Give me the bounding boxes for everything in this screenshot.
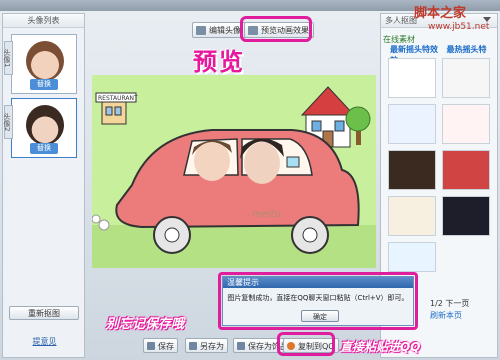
avatar-list-panel: 头像列表 头像1 替换 头像2 替换 重新抠图 提意见 — [2, 13, 85, 358]
avatar-slot-2-tab[interactable]: 头像2 — [3, 105, 13, 139]
avatar-face-1 — [26, 41, 64, 81]
ornament-icon — [237, 342, 245, 350]
restaurant-sign: RESTAURANT — [95, 92, 138, 125]
save-reminder-note: 别忘记保存哦 — [106, 317, 185, 332]
material-thumb[interactable] — [442, 196, 490, 236]
replace-button-1[interactable]: 替换 — [30, 79, 58, 90]
dialog-ok-button[interactable]: 确定 — [301, 310, 339, 322]
pager[interactable]: 1/2 下一页 — [430, 298, 469, 309]
avatar-slot-1[interactable]: 头像1 替换 — [3, 34, 77, 94]
feedback-link[interactable]: 提意见 — [3, 336, 86, 347]
copy-highlight-box — [277, 332, 335, 356]
avatar-list-title: 头像列表 — [3, 14, 84, 28]
dialog-title: 温馨提示 — [223, 277, 413, 288]
preview-label: 预览 — [193, 47, 245, 76]
preview-canvas: RESTAURANT meitu — [92, 75, 376, 268]
edit-icon — [196, 26, 206, 35]
edit-avatar-button[interactable]: 编辑头像 — [192, 22, 246, 38]
refresh-link[interactable]: 刷新本页 — [430, 310, 462, 321]
app-window: 头像列表 头像1 替换 头像2 替换 重新抠图 提意见 编辑头像 预览动画效果 … — [0, 0, 500, 360]
material-thumb[interactable] — [388, 58, 436, 98]
edit-avatar-label: 编辑头像 — [209, 26, 241, 35]
material-thumb[interactable] — [388, 104, 436, 144]
canvas-watermark: meitu — [252, 209, 281, 220]
material-thumb[interactable] — [442, 150, 490, 190]
avatar-slot-2[interactable]: 头像2 替换 — [3, 98, 77, 158]
restaurant-sign-text: RESTAURANT — [98, 95, 138, 102]
avatar-face-2 — [26, 105, 64, 145]
save-as-label: 另存为 — [200, 342, 224, 351]
material-panel-title: 多人抠图 — [385, 16, 417, 25]
save-as-button[interactable]: 另存为 — [185, 338, 228, 353]
site-url: www.jb51.net — [428, 22, 490, 32]
preview-highlight-box — [240, 16, 312, 42]
dialog-message: 图片复制成功，直接在QQ聊天窗口粘贴（Ctrl+V）即可。 — [227, 294, 409, 302]
scene-illustration: RESTAURANT — [92, 86, 371, 254]
material-thumb[interactable] — [388, 242, 436, 272]
save-as-icon — [189, 342, 197, 350]
repick-button[interactable]: 重新抠图 — [9, 306, 79, 320]
save-button[interactable]: 保存 — [143, 338, 178, 353]
save-label: 保存 — [158, 342, 174, 351]
material-thumb[interactable] — [388, 196, 436, 236]
material-thumb[interactable] — [388, 150, 436, 190]
avatar-slot-1-tab[interactable]: 头像1 — [3, 41, 13, 75]
site-logo: 脚本之家 — [414, 6, 467, 21]
replace-button-2[interactable]: 替换 — [30, 143, 58, 154]
tab-newest-effects[interactable]: 最新摇头特效 — [390, 45, 438, 54]
copy-success-dialog: 温馨提示 图片复制成功，直接在QQ聊天窗口粘贴（Ctrl+V）即可。 确定 — [222, 276, 414, 326]
material-thumb[interactable] — [442, 58, 490, 98]
material-thumb[interactable] — [442, 104, 490, 144]
paste-note: 直接粘贴进QQ — [340, 340, 421, 354]
save-icon — [147, 342, 155, 350]
